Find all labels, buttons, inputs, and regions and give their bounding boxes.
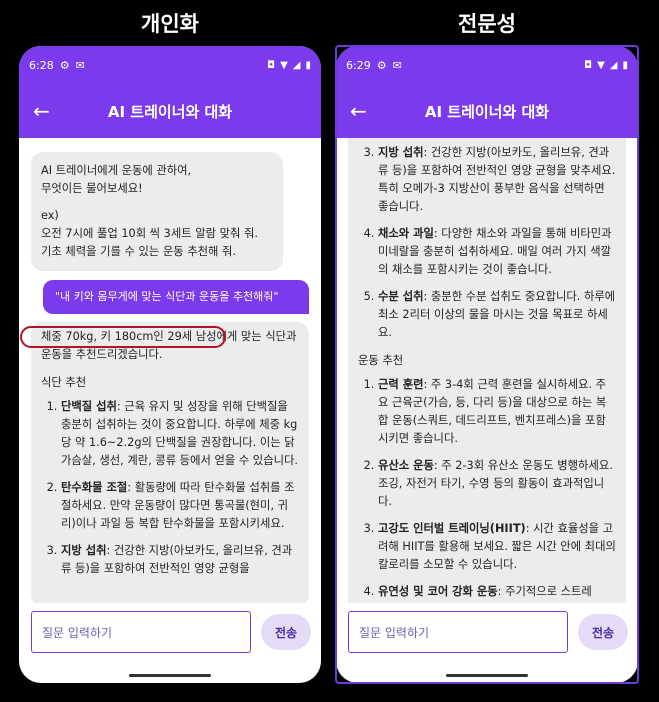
gear-icon: ⚙ xyxy=(59,58,70,72)
input-bar: 질문 입력하기 전송 xyxy=(19,603,321,661)
diet-list: 단백질 섭취: 근육 유지 및 성장을 위해 단백질을 충분히 섭취하는 것이 … xyxy=(41,398,299,578)
app-title: AI 트레이너와 대화 xyxy=(107,102,233,121)
status-time: 6:29 xyxy=(346,58,371,72)
status-bar: 6:28 ⚙ ✉ ◘ ▼ ◢ ▮ xyxy=(19,46,321,84)
wifi-icon: ▼ xyxy=(280,59,288,71)
mail-icon: ✉ xyxy=(75,58,85,72)
gesture-nav-bar[interactable] xyxy=(129,674,211,677)
list-item: 유산소 운동: 주 2-3회 유산소 운동도 병행하세요. 조깅, 자전거 타기… xyxy=(378,457,616,511)
list-item: 지방 섭취: 건강한 지방(아보카도, 올리브유, 견과류 등)을 포함하여 전… xyxy=(61,542,299,578)
exercise-list: 근력 훈련: 주 3-4회 근력 훈련을 실시하세요. 주요 근육군(가슴, 등… xyxy=(358,376,616,601)
greeting-bubble: AI 트레이너에게 운동에 관하여, 무엇이든 물어보세요! ex) 오전 7시… xyxy=(31,152,283,271)
wifi-icon: ▼ xyxy=(597,59,605,71)
gear-icon: ⚙ xyxy=(376,58,387,72)
input-bar: 질문 입력하기 전송 xyxy=(336,603,638,661)
phone-personalization: 6:28 ⚙ ✉ ◘ ▼ ◢ ▮ ← AI 트레이너와 대화 AI 트레이너에게… xyxy=(19,46,321,683)
list-item: 수분 섭취: 충분한 수분 섭취도 중요합니다. 하루에 최소 2리터 이상의 … xyxy=(378,288,616,342)
response-bubble: 체중 70kg, 키 180cm인 29세 남성에게 맞는 식단과 운동을 추천… xyxy=(31,322,309,607)
greeting-line: AI 트레이너에게 운동에 관하여, xyxy=(41,164,192,177)
list-item: 단백질 섭취: 근육 유지 및 성장을 위해 단백질을 충분히 섭취하는 것이 … xyxy=(61,398,299,470)
panel-label-personalization: 개인화 xyxy=(141,12,199,36)
send-button[interactable]: 전송 xyxy=(261,614,311,650)
section-heading-diet: 식단 추천 xyxy=(41,376,87,389)
list-item: 근력 훈련: 주 3-4회 근력 훈련을 실시하세요. 주요 근육군(가슴, 등… xyxy=(378,376,616,448)
status-time: 6:28 xyxy=(29,58,54,72)
chat-area[interactable]: 지방 섭취: 건강한 지방(아보카도, 올리브유, 견과류 등)을 포함하여 전… xyxy=(336,138,638,608)
app-bar: ← AI 트레이너와 대화 xyxy=(19,84,321,138)
signal-icon: ◢ xyxy=(292,59,301,71)
battery-icon: ▮ xyxy=(305,59,311,71)
diet-list: 지방 섭취: 건강한 지방(아보카도, 올리브유, 견과류 등)을 포함하여 전… xyxy=(358,144,616,342)
mail-icon: ✉ xyxy=(392,58,402,72)
highlight-annotation xyxy=(20,326,226,348)
message-input[interactable]: 질문 입력하기 xyxy=(31,611,251,653)
greeting-line: 기초 체력을 기를 수 있는 운동 추천해 줘. xyxy=(41,245,237,258)
vibrate-icon: ◘ xyxy=(267,59,276,71)
list-item: 탄수화물 조절: 활동량에 따라 탄수화물 섭취를 조절하세요. 만약 운동량이… xyxy=(61,479,299,533)
list-item: 유연성 및 코어 강화 운동: 주기적으로 스트레 xyxy=(378,583,616,601)
panel-label-expertise: 전문성 xyxy=(458,12,516,36)
status-bar: 6:29 ⚙ ✉ ◘ ▼ ◢ ▮ xyxy=(336,46,638,84)
vibrate-icon: ◘ xyxy=(584,59,593,71)
gesture-nav-bar[interactable] xyxy=(446,674,528,677)
app-bar: ← AI 트레이너와 대화 xyxy=(336,84,638,138)
list-item: 고강도 인터벌 트레이닝(HIIT): 시간 효율성을 고려해 HIIT를 활용… xyxy=(378,520,616,574)
battery-icon: ▮ xyxy=(622,59,628,71)
greeting-line: 무엇이든 물어보세요! xyxy=(41,182,143,195)
user-message-bubble: "내 키와 몸무게에 맞는 식단과 운동을 추천해줘" xyxy=(43,280,309,314)
list-item: 채소와 과일: 다양한 채소와 과일을 통해 비타민과 미네랄을 충분히 섭취하… xyxy=(378,225,616,279)
phone-expertise: 6:29 ⚙ ✉ ◘ ▼ ◢ ▮ ← AI 트레이너와 대화 지방 섭취: 건강… xyxy=(336,46,638,683)
list-item: 지방 섭취: 건강한 지방(아보카도, 올리브유, 견과류 등)을 포함하여 전… xyxy=(378,144,616,216)
greeting-line: ex) xyxy=(41,209,59,222)
app-title: AI 트레이너와 대화 xyxy=(424,102,550,121)
back-arrow-icon[interactable]: ← xyxy=(33,99,63,123)
chat-area[interactable]: AI 트레이너에게 운동에 관하여, 무엇이든 물어보세요! ex) 오전 7시… xyxy=(19,138,321,608)
back-arrow-icon[interactable]: ← xyxy=(350,99,380,123)
signal-icon: ◢ xyxy=(609,59,618,71)
section-heading-exercise: 운동 추천 xyxy=(358,354,404,367)
send-button[interactable]: 전송 xyxy=(578,614,628,650)
greeting-line: 오전 7시에 풀업 10회 씩 3세트 알람 맞춰 줘. xyxy=(41,227,258,240)
response-bubble: 지방 섭취: 건강한 지방(아보카도, 올리브유, 견과류 등)을 포함하여 전… xyxy=(348,138,626,608)
message-input[interactable]: 질문 입력하기 xyxy=(348,611,568,653)
